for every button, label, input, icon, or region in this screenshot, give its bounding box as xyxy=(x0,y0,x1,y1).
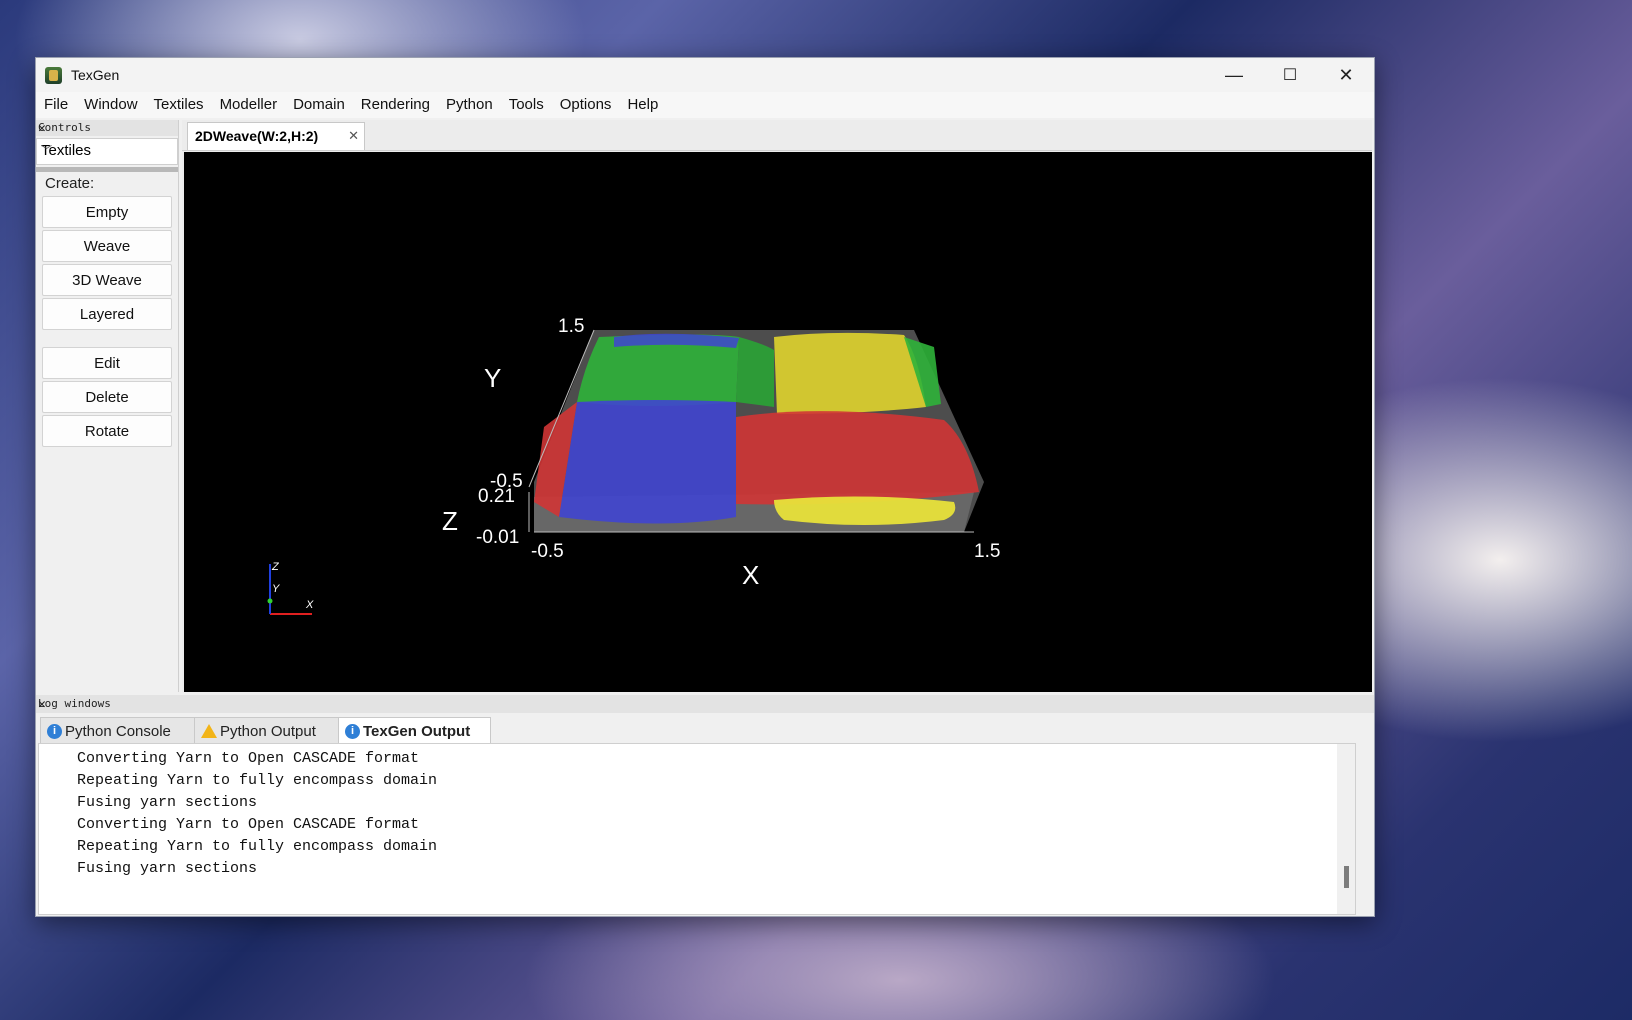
create-label: Create: xyxy=(45,175,95,192)
3d-weave-button[interactable]: 3D Weave xyxy=(42,264,172,296)
x-axis-label: X xyxy=(742,560,759,590)
y-tick-max: 1.5 xyxy=(558,316,584,337)
log-windows-dock: Log windows ✕ i Python Console Python Ou… xyxy=(36,695,1374,916)
menu-rendering[interactable]: Rendering xyxy=(353,92,438,118)
yarn-yellow-front xyxy=(774,496,956,525)
log-dock-title[interactable]: Log windows ✕ xyxy=(36,695,1374,713)
menu-textiles[interactable]: Textiles xyxy=(146,92,212,118)
log-scrollbar-thumb[interactable] xyxy=(1344,866,1349,888)
menu-options[interactable]: Options xyxy=(552,92,620,118)
x-tick-min: -0.5 xyxy=(531,541,564,562)
x-tick-max: 1.5 xyxy=(974,541,1000,562)
rotate-button[interactable]: Rotate xyxy=(42,415,172,447)
log-close-icon[interactable]: ✕ xyxy=(38,697,1368,712)
menu-modeller[interactable]: Modeller xyxy=(212,92,286,118)
z-tick-min: -0.01 xyxy=(476,527,519,548)
menu-bar: File Window Textiles Modeller Domain Ren… xyxy=(36,92,1374,118)
delete-button[interactable]: Delete xyxy=(42,381,172,413)
tab-python-console-label: Python Console xyxy=(65,722,171,740)
minimize-button[interactable]: — xyxy=(1206,58,1262,92)
menu-file[interactable]: File xyxy=(36,92,76,118)
menu-python[interactable]: Python xyxy=(438,92,501,118)
orientation-z-label: Z xyxy=(271,561,280,573)
orientation-y-label: Y xyxy=(272,583,280,595)
yarn-red-right xyxy=(736,411,979,505)
title-bar[interactable]: TexGen — ☐ ✕ xyxy=(36,58,1374,92)
warning-icon xyxy=(201,724,217,738)
log-line: Converting Yarn to Open CASCADE format xyxy=(77,750,420,767)
document-tab[interactable]: 2DWeave(W:2,H:2) ✕ xyxy=(187,122,365,150)
yarn-green-mid xyxy=(736,337,774,407)
info-icon: i xyxy=(47,723,62,739)
tab-python-console[interactable]: i Python Console xyxy=(40,717,196,744)
chevron-down-icon: ﹀ xyxy=(41,145,52,157)
textile-render: Y Z X 1.5 -0.5 0.21 -0.01 -0.5 1.5 X Z Y xyxy=(267,316,1000,615)
empty-button[interactable]: Empty xyxy=(42,196,172,228)
yarn-yellow-top xyxy=(774,332,926,414)
orientation-y-dot xyxy=(267,598,273,604)
document-tab-label: 2DWeave(W:2,H:2) xyxy=(195,128,319,144)
close-button[interactable]: ✕ xyxy=(1318,58,1374,92)
tab-python-output[interactable]: Python Output xyxy=(194,717,340,744)
tab-texgen-output[interactable]: i TexGen Output xyxy=(338,717,491,744)
y-axis-label: Y xyxy=(484,363,501,393)
log-line: Converting Yarn to Open CASCADE format xyxy=(77,816,420,833)
3d-render-viewport[interactable]: Y Z X 1.5 -0.5 0.21 -0.01 -0.5 1.5 X Z Y xyxy=(184,152,1372,692)
texgen-app-icon xyxy=(45,67,62,84)
menu-tools[interactable]: Tools xyxy=(501,92,552,118)
menu-domain[interactable]: Domain xyxy=(285,92,353,118)
menu-help[interactable]: Help xyxy=(619,92,666,118)
texgen-window: TexGen — ☐ ✕ File Window Textiles Modell… xyxy=(35,57,1375,917)
z-axis-label: Z xyxy=(442,506,458,536)
log-scrollbar[interactable] xyxy=(1337,744,1355,914)
info-icon: i xyxy=(345,723,360,739)
controls-category-select[interactable]: Textiles ﹀ xyxy=(36,138,178,165)
log-line: Repeating Yarn to fully encompass domain xyxy=(77,772,438,789)
z-tick-max: 0.21 xyxy=(478,486,515,507)
tab-close-icon[interactable]: ✕ xyxy=(348,128,359,144)
maximize-button[interactable]: ☐ xyxy=(1262,58,1318,92)
log-line: Repeating Yarn to fully encompass domain xyxy=(77,838,438,855)
controls-dock-title[interactable]: Controls ✕ xyxy=(36,120,178,136)
menu-window[interactable]: Window xyxy=(76,92,145,118)
window-title: TexGen xyxy=(71,67,120,83)
controls-separator xyxy=(36,167,178,172)
orientation-x-label: X xyxy=(305,599,314,611)
controls-close-icon[interactable]: ✕ xyxy=(38,121,174,136)
layered-button[interactable]: Layered xyxy=(42,298,172,330)
weave-button[interactable]: Weave xyxy=(42,230,172,262)
edit-button[interactable]: Edit xyxy=(42,347,172,379)
log-line: Fusing yarn sections xyxy=(77,860,258,877)
controls-dock: Controls ✕ Textiles ﹀ Create: Empty Weav… xyxy=(36,120,179,692)
yarn-blue-front xyxy=(559,400,736,524)
log-output-area[interactable]: Converting Yarn to Open CASCADE format R… xyxy=(38,743,1356,915)
tab-python-output-label: Python Output xyxy=(220,722,316,740)
document-tab-strip: 2DWeave(W:2,H:2) ✕ xyxy=(182,120,1372,151)
tab-texgen-output-label: TexGen Output xyxy=(363,722,471,740)
log-line: Fusing yarn sections xyxy=(77,794,258,811)
viewer-area: 2DWeave(W:2,H:2) ✕ Y Z X 1.5 -0.5 0.21 -… xyxy=(182,120,1372,692)
